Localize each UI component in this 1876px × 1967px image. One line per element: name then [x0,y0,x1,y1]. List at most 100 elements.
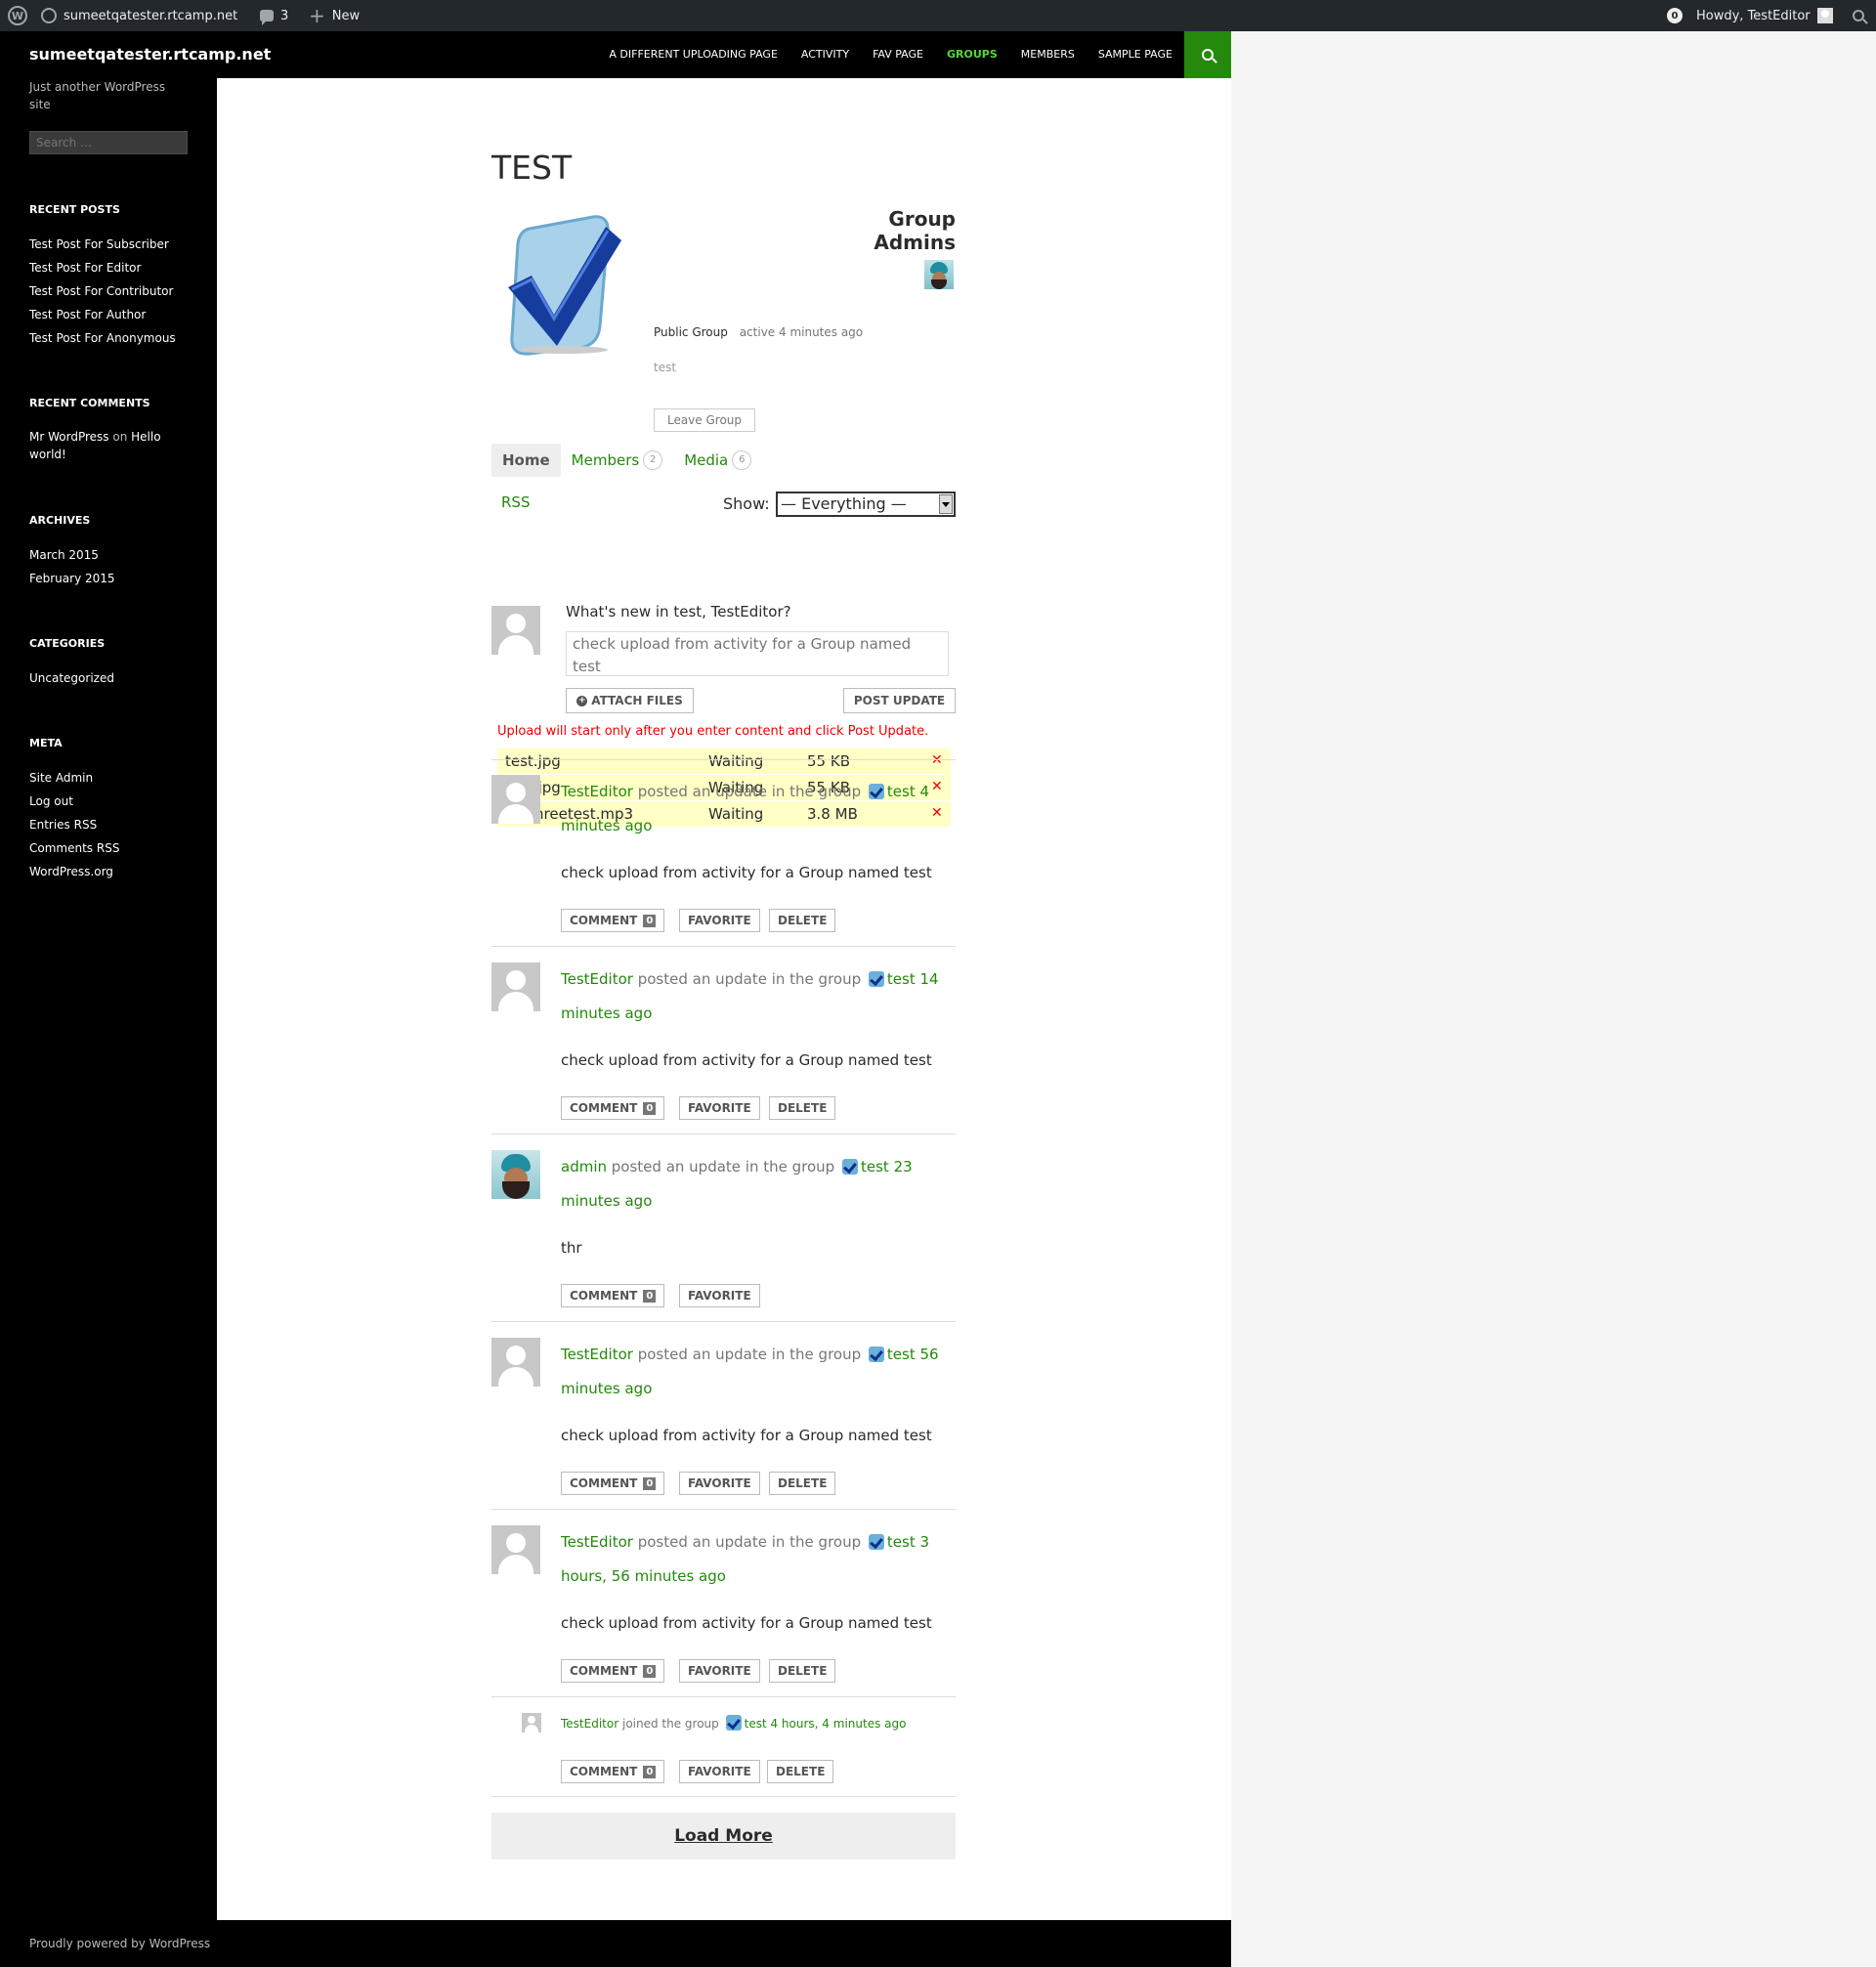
archive-link[interactable]: March 2015 [29,543,115,567]
sidebar: Just another WordPress site RECENT POSTS… [0,78,217,1920]
activity-user-link[interactable]: admin [561,1158,607,1176]
comment-label: COMMENT [570,1765,638,1778]
whats-new-textarea[interactable]: check upload from activity for a Group n… [566,631,949,676]
favorite-button[interactable]: FAVORITE [679,1760,760,1783]
delete-button[interactable]: DELETE [769,1659,836,1683]
post-update-button[interactable]: POST UPDATE [843,688,956,713]
comment-button[interactable]: COMMENT 0 [561,1760,665,1783]
load-more-button[interactable]: Load More [491,1813,956,1860]
nav-item-groups[interactable]: GROUPS [935,31,1009,78]
favorite-button[interactable]: FAVORITE [679,1659,760,1683]
favorite-button[interactable]: FAVORITE [679,1284,760,1307]
comment-button[interactable]: COMMENT 0 [561,1284,665,1307]
footer-credit-link[interactable]: Proudly powered by WordPress [29,1920,210,1967]
activity-group-link[interactable]: test [861,1158,889,1176]
activity-user-link[interactable]: TestEditor [561,1346,633,1363]
activity-group-link[interactable]: test [887,783,916,800]
site-footer: Proudly powered by WordPress [0,1920,1231,1967]
delete-button[interactable]: DELETE [767,1760,834,1783]
favorite-button[interactable]: FAVORITE [679,909,760,932]
activity-action: posted an update in the group [637,970,862,988]
site-title[interactable]: sumeetqatester.rtcamp.net [29,31,271,78]
leave-group-button[interactable]: Leave Group [654,408,755,432]
activity-avatar[interactable] [522,1713,541,1732]
activity-user-link[interactable]: TestEditor [561,1533,633,1551]
meta-link[interactable]: WordPress.org [29,860,119,883]
nav-item-activity[interactable]: ACTIVITY [789,31,861,78]
activity-avatar[interactable] [491,775,540,824]
admin-bar-new[interactable]: + New [309,0,360,31]
activity-header: TestEditor posted an update in the group… [561,1525,956,1594]
notifications[interactable]: 0 [1667,0,1683,31]
admin-bar-search[interactable] [1853,0,1864,31]
my-account[interactable]: Howdy, TestEditor [1696,0,1833,31]
comments-count: 3 [280,8,289,23]
activity-timestamp[interactable]: 4 hours, 4 minutes ago [770,1717,906,1731]
delete-button[interactable]: DELETE [769,1096,836,1120]
admin-bar-site-link[interactable]: sumeetqatester.rtcamp.net [41,0,237,31]
activity-group-link[interactable]: test [887,1533,916,1551]
meta-link[interactable]: Comments RSS [29,836,119,860]
tab-media[interactable]: Media 6 [673,444,762,477]
tab-members[interactable]: Members 2 [561,444,674,477]
wordpress-logo-icon[interactable]: W [8,0,27,31]
activity-filter-select[interactable]: — Everything — [776,492,956,517]
tab-home[interactable]: Home [491,444,561,477]
recent-post-link[interactable]: Test Post For Subscriber [29,233,176,256]
comment-count: 0 [643,1664,657,1678]
activity-content: check upload from activity for a Group n… [561,1427,932,1444]
group-checkmark-icon [868,971,884,987]
rss-link[interactable]: RSS [501,493,530,511]
upload-queue-item: test.jpg Waiting 55 KB ✕ [497,748,951,775]
meta-link[interactable]: Site Admin [29,766,119,790]
recent-post-link[interactable]: Test Post For Anonymous [29,326,176,350]
meta-title: META [29,737,63,749]
group-status: Public Group [654,325,728,339]
favorite-button[interactable]: FAVORITE [679,1096,760,1120]
comment-label: COMMENT [570,914,638,927]
recent-post-link[interactable]: Test Post For Editor [29,256,176,279]
remove-file-icon[interactable]: ✕ [931,752,943,768]
category-link[interactable]: Uncategorized [29,666,114,690]
meta-link[interactable]: Entries RSS [29,813,119,836]
activity-action: posted an update in the group [637,1346,862,1363]
meta-link[interactable]: Log out [29,790,119,813]
attach-files-button[interactable]: + ATTACH FILES [566,688,694,713]
comment-button[interactable]: COMMENT 0 [561,1096,665,1120]
delete-button[interactable]: DELETE [769,1472,836,1495]
nav-item-sample-page[interactable]: SAMPLE PAGE [1087,31,1184,78]
nav-item-uploading-page[interactable]: A DIFFERENT UPLOADING PAGE [597,31,789,78]
comment-author-link[interactable]: Mr WordPress [29,430,109,444]
group-avatar-checkmark-icon[interactable] [500,209,627,356]
comment-button[interactable]: COMMENT 0 [561,1659,665,1683]
recent-post-link[interactable]: Test Post For Contributor [29,279,176,303]
activity-avatar[interactable] [491,1150,540,1199]
activity-group-link[interactable]: test [887,1346,916,1363]
admin-bar-comments[interactable]: 3 [260,0,288,31]
comment-label: COMMENT [570,1664,638,1678]
comment-button[interactable]: COMMENT 0 [561,909,665,932]
activity-user-link[interactable]: TestEditor [561,1717,618,1731]
activity-user-link[interactable]: TestEditor [561,970,633,988]
header-search-toggle[interactable] [1184,31,1231,78]
primary-navigation: A DIFFERENT UPLOADING PAGE ACTIVITY FAV … [597,31,1184,78]
delete-button[interactable]: DELETE [769,909,836,932]
recent-post-link[interactable]: Test Post For Author [29,303,176,326]
activity-avatar[interactable] [491,1525,540,1574]
comment-button[interactable]: COMMENT 0 [561,1472,665,1495]
activity-group-link[interactable]: test [745,1717,767,1731]
nav-item-members[interactable]: MEMBERS [1009,31,1087,78]
group-admin-avatar[interactable] [924,260,954,289]
chevron-down-icon [939,494,953,514]
activity-avatar[interactable] [491,962,540,1011]
activity-group-link[interactable]: test [887,970,916,988]
attach-files-label: ATTACH FILES [591,694,683,707]
activity-avatar[interactable] [491,1338,540,1387]
activity-action: posted an update in the group [637,783,862,800]
nav-item-fav-page[interactable]: FAV PAGE [861,31,935,78]
current-user-avatar[interactable] [491,606,540,655]
activity-user-link[interactable]: TestEditor [561,783,633,800]
archive-link[interactable]: February 2015 [29,567,115,590]
sidebar-search-input[interactable] [29,131,188,154]
favorite-button[interactable]: FAVORITE [679,1472,760,1495]
